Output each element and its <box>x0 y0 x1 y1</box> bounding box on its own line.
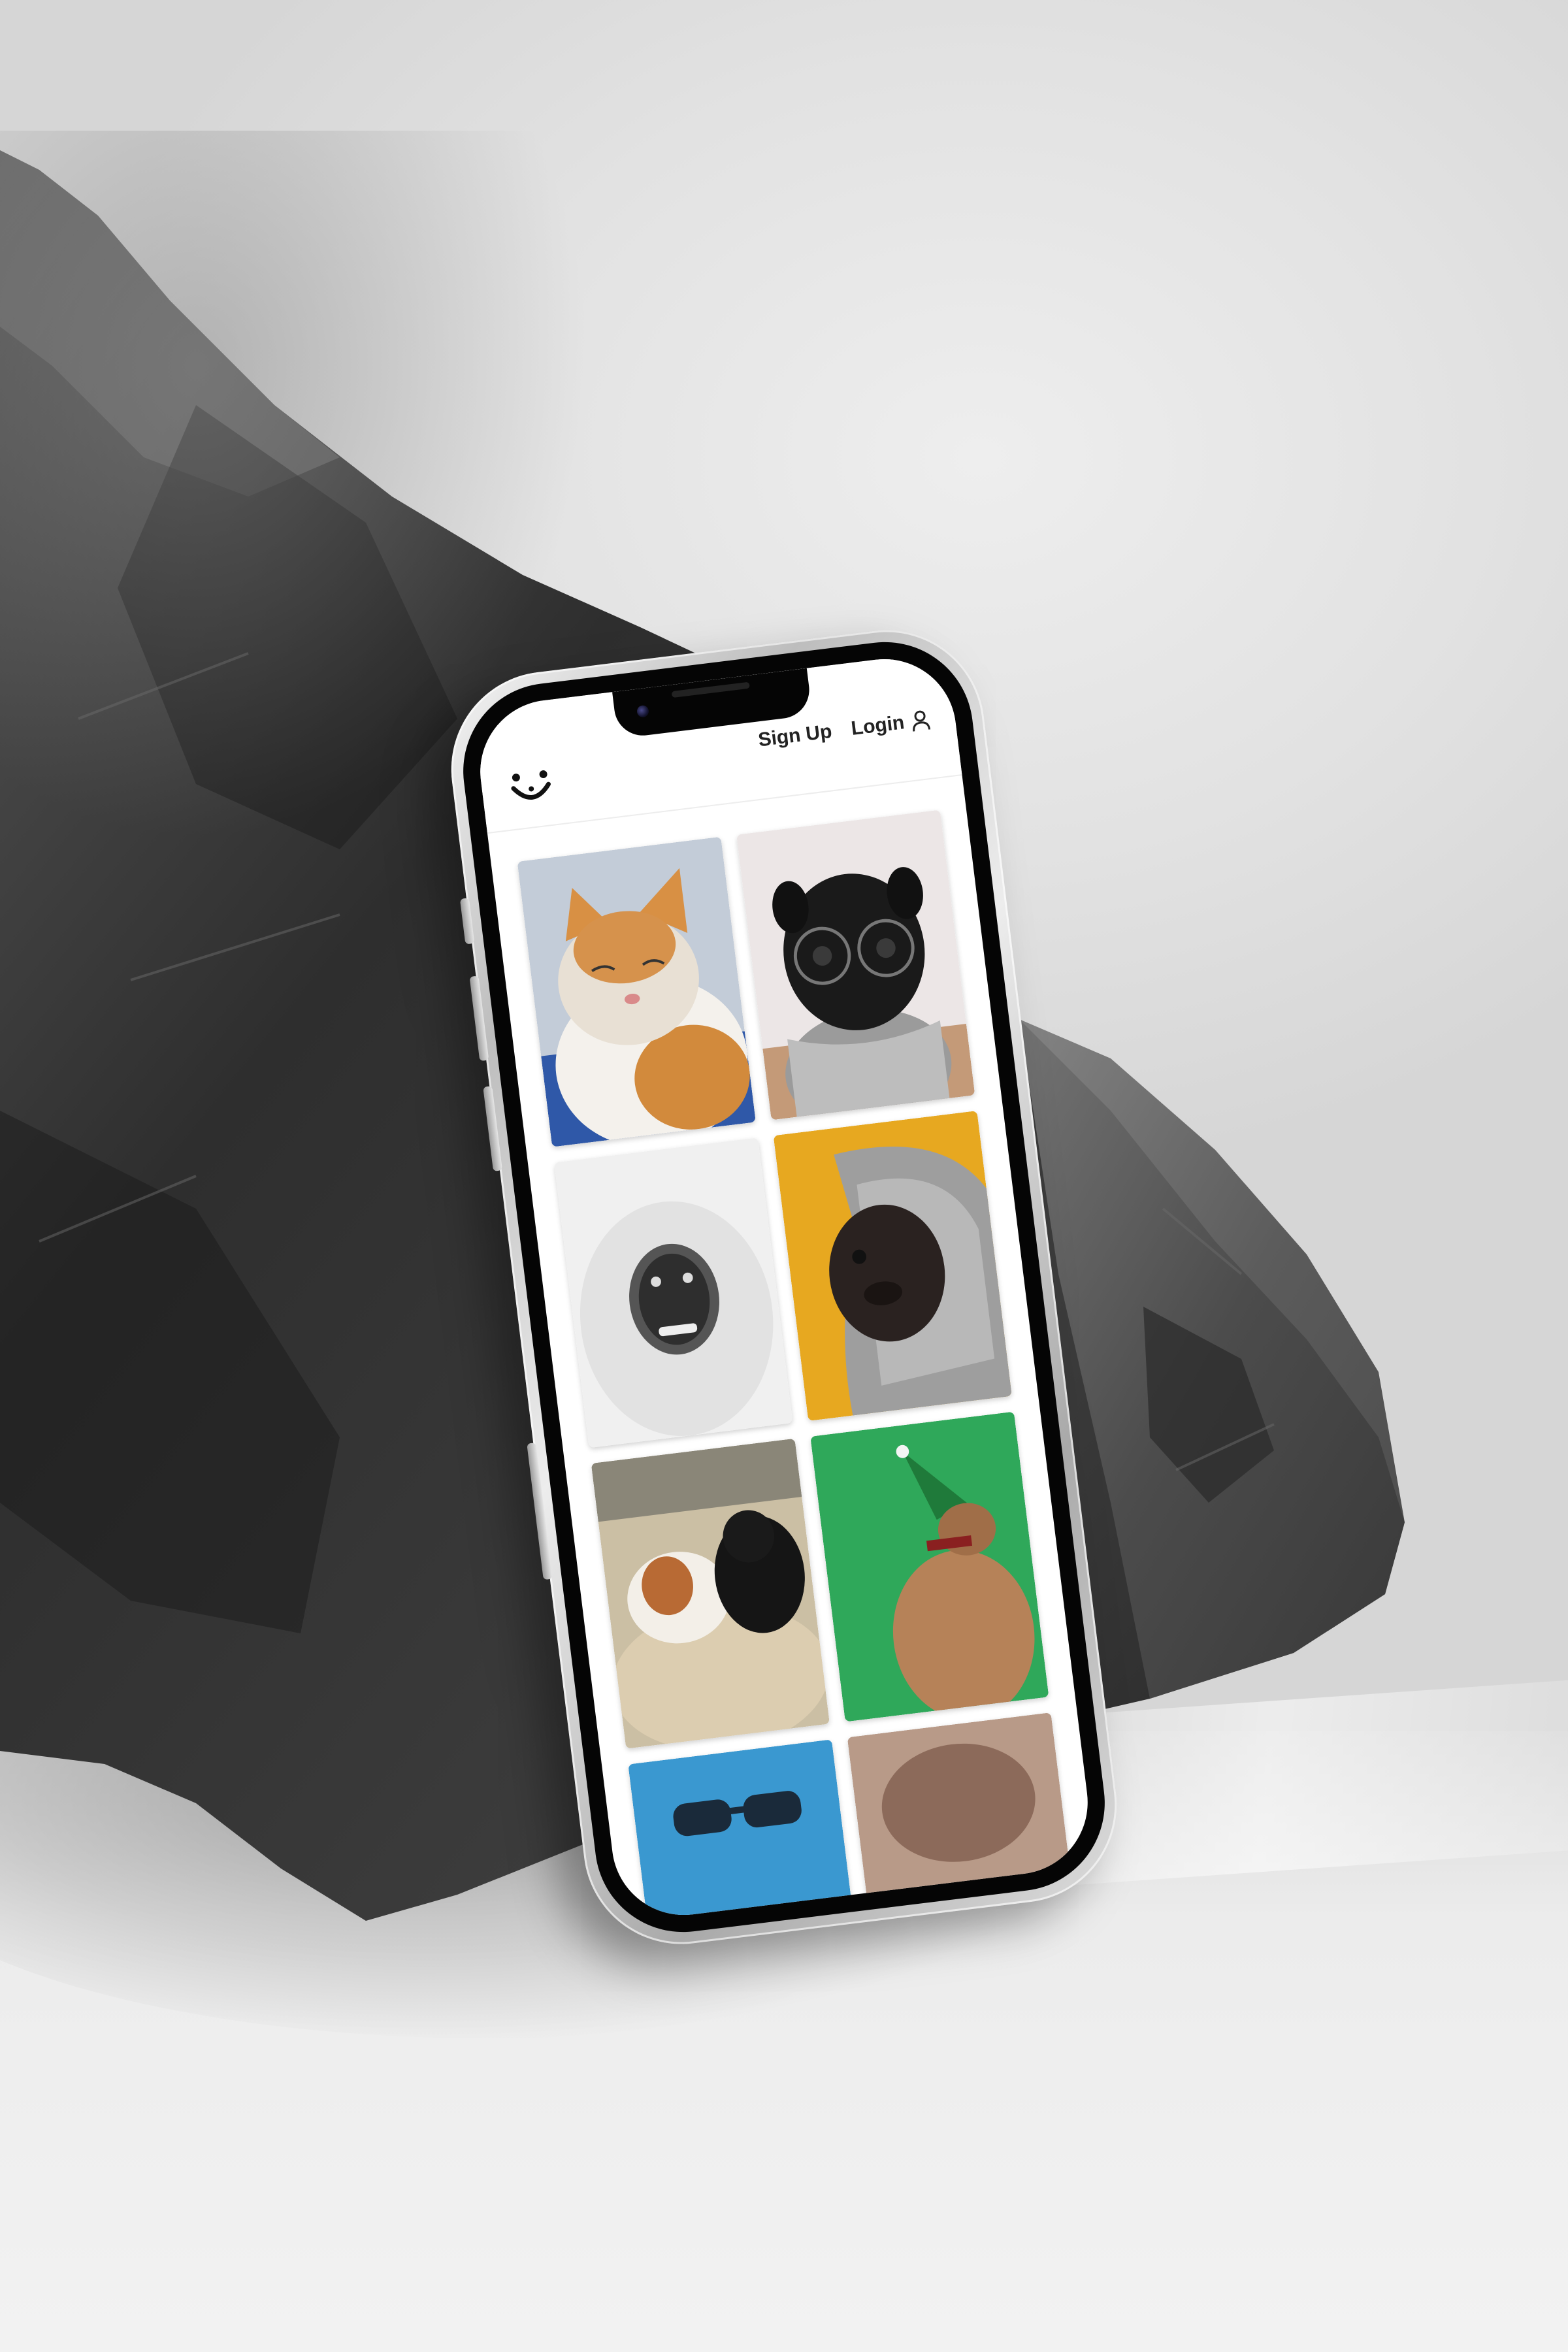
white-monkey-photo <box>554 1137 793 1448</box>
signup-link[interactable]: Sign Up <box>757 721 834 752</box>
pug-with-glasses-photo <box>736 809 975 1120</box>
gallery-tile-pug-glasses[interactable] <box>736 809 975 1120</box>
gallery-tile-monkey[interactable] <box>554 1137 793 1448</box>
login-link[interactable]: Login <box>850 708 932 740</box>
gallery-tile-sunglasses[interactable] <box>628 1739 867 1923</box>
login-label: Login <box>849 711 906 740</box>
gallery-tile-cat[interactable] <box>517 836 756 1147</box>
pug-in-hoodie-photo <box>773 1110 1012 1421</box>
gallery-tile-pug-hoodie[interactable] <box>773 1110 1012 1421</box>
sunglasses-photo <box>628 1739 867 1923</box>
dog-with-party-hat-photo <box>810 1411 1049 1722</box>
smiley-face-icon[interactable] <box>506 765 557 809</box>
user-icon <box>913 710 931 732</box>
ginger-cat-photo <box>517 836 756 1147</box>
gallery-tile-two-dogs[interactable] <box>591 1438 830 1749</box>
gallery-tile-party-dog[interactable] <box>810 1411 1049 1722</box>
front-camera <box>636 704 650 718</box>
earpiece-speaker <box>671 681 750 698</box>
two-dogs-on-couch-photo <box>591 1438 830 1749</box>
product-mockup-scene: Sign Up Login <box>0 0 1568 2352</box>
